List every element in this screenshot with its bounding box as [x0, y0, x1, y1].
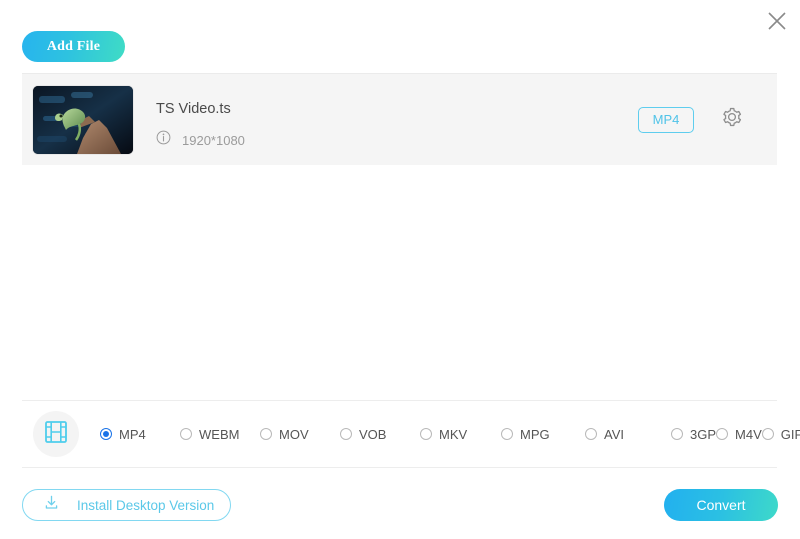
radio-avi[interactable] — [585, 428, 597, 440]
video-format-tab[interactable] — [33, 411, 79, 457]
radio-mpg[interactable] — [501, 428, 513, 440]
format-option-mp4[interactable]: MP4 — [100, 427, 180, 442]
close-icon — [766, 10, 788, 32]
radio-mov[interactable] — [260, 428, 272, 440]
format-option-webm[interactable]: WEBM — [180, 427, 260, 442]
install-desktop-version-label: Install Desktop Version — [77, 497, 215, 513]
file-resolution: 1920*1080 — [182, 132, 245, 148]
download-icon — [43, 494, 60, 516]
format-option-vob[interactable]: VOB — [340, 427, 420, 442]
add-file-button[interactable]: Add File — [22, 31, 125, 62]
file-thumbnail — [33, 86, 133, 154]
radio-mp4[interactable] — [100, 428, 112, 440]
gear-icon — [721, 106, 743, 133]
format-label: MPG — [520, 426, 550, 442]
radio-vob[interactable] — [340, 428, 352, 440]
format-option-mkv[interactable]: MKV — [420, 427, 501, 442]
format-label: WEBM — [199, 426, 240, 442]
format-label: MOV — [279, 426, 309, 442]
format-options-grid: MP4 WEBM MOV VOB MKV MPG AVI 3GP M4V GIF — [100, 421, 800, 447]
format-label: MKV — [439, 426, 468, 442]
format-option-3gp[interactable]: 3GP — [671, 427, 716, 442]
format-label: AVI — [604, 426, 624, 442]
file-settings-button[interactable] — [720, 106, 744, 133]
file-info: TS Video.ts 1920*1080 — [156, 100, 245, 150]
output-format-badge[interactable]: MP4 — [638, 106, 694, 133]
radio-mkv[interactable] — [420, 428, 432, 440]
film-strip-icon — [43, 419, 69, 450]
radio-webm[interactable] — [180, 428, 192, 440]
converter-window: Add File TS Video.ts 1920*1080 MP4 MP4 W… — [0, 0, 800, 539]
chameleon-on-branch-image — [33, 86, 133, 154]
file-name: TS Video.ts — [156, 101, 231, 117]
close-window-button[interactable] — [760, 4, 794, 38]
file-list-item[interactable]: TS Video.ts 1920*1080 MP4 — [22, 74, 777, 165]
format-label: VOB — [359, 426, 387, 442]
format-label: M4V — [735, 426, 762, 442]
format-selection-bar: MP4 WEBM MOV VOB MKV MPG AVI 3GP M4V GIF — [22, 400, 800, 468]
file-sub-info: 1920*1080 — [156, 130, 245, 150]
radio-3gp[interactable] — [671, 428, 683, 440]
radio-gif[interactable] — [761, 428, 774, 440]
install-desktop-version-button[interactable]: Install Desktop Version — [22, 489, 231, 521]
format-option-mov[interactable]: MOV — [260, 427, 340, 442]
format-option-avi[interactable]: AVI — [585, 427, 671, 442]
format-option-gif[interactable]: GIF — [761, 426, 800, 442]
convert-button[interactable]: Convert — [664, 489, 778, 521]
format-label: 3GP — [690, 426, 717, 442]
format-option-mpg[interactable]: MPG — [501, 427, 585, 442]
format-label: GIF — [780, 426, 800, 442]
radio-m4v[interactable] — [716, 428, 729, 440]
file-list-panel: TS Video.ts 1920*1080 MP4 — [22, 73, 777, 165]
format-option-m4v[interactable]: M4V — [716, 427, 762, 442]
info-circle-icon[interactable] — [156, 130, 171, 150]
format-label: MP4 — [119, 426, 146, 442]
